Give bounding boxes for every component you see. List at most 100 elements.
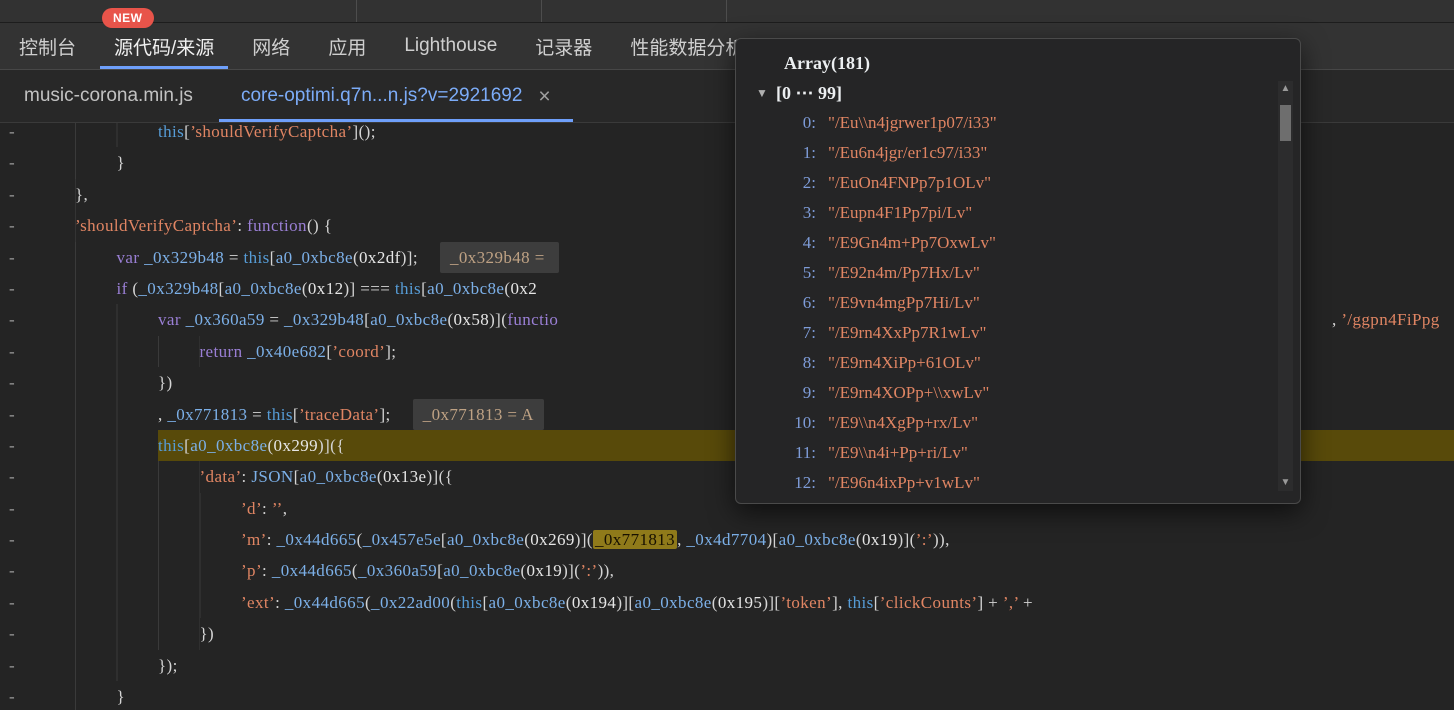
code-line[interactable]: -}: [0, 681, 1454, 710]
chevron-down-icon[interactable]: ▼: [756, 86, 776, 101]
breakpoint-gutter[interactable]: -: [0, 273, 75, 304]
code-token: 0x194: [572, 593, 617, 612]
array-item-index: 6:: [780, 293, 816, 313]
code-token: _0x44d665: [272, 561, 352, 580]
code-token: ’shouldVerifyCaptcha’: [75, 216, 237, 235]
breakpoint-gutter[interactable]: -: [0, 210, 75, 241]
code-token: a0_0xbc8e: [447, 530, 524, 549]
array-item-row[interactable]: 10:"/E9\\n4XgPp+rx/Lv": [736, 408, 1300, 438]
code-token: :: [262, 561, 272, 580]
panel-tab-3[interactable]: 应用: [309, 23, 385, 69]
panel-tab-0[interactable]: 控制台: [0, 23, 95, 69]
code-token: =: [224, 248, 243, 267]
indent-guides: [75, 123, 158, 147]
code-token: ’shouldVerifyCaptcha’: [190, 123, 352, 141]
array-item-value: "/E9vn4mgPp7Hi/Lv": [828, 293, 980, 313]
code-token: () {: [307, 216, 332, 235]
code-token: _0x360a59: [358, 561, 437, 580]
code-token: a0_0xbc8e: [635, 593, 712, 612]
code-line[interactable]: -’p’: _0x44d665(_0x360a59[a0_0xbc8e(0x19…: [0, 555, 1454, 586]
array-item-row[interactable]: 2:"/EuOn4FNPp7p1OLv": [736, 168, 1300, 198]
array-item-index: 3:: [780, 203, 816, 223]
close-icon[interactable]: ×: [538, 86, 550, 107]
array-item-row[interactable]: 1:"/Eu6n4jgr/er1c97/i33": [736, 138, 1300, 168]
code-line[interactable]: -}): [0, 618, 1454, 649]
file-tab-label: music-corona.min.js: [24, 85, 193, 107]
breakpoint-gutter[interactable]: -: [0, 179, 75, 210]
indent-guides: [75, 524, 241, 555]
breakpoint-gutter[interactable]: -: [0, 367, 75, 398]
breakpoint-gutter[interactable]: -: [0, 524, 75, 555]
breakpoint-gutter[interactable]: -: [0, 555, 75, 586]
breakpoint-gutter[interactable]: -: [0, 304, 75, 335]
code-token: ’traceData’: [299, 405, 380, 424]
breakpoint-gutter[interactable]: -: [0, 399, 75, 430]
array-item-row[interactable]: 3:"/Eupn4F1Pp7pi/Lv": [736, 198, 1300, 228]
breakpoint-gutter[interactable]: -: [0, 650, 75, 681]
code-token: 0x12: [308, 279, 344, 298]
breakpoint-gutter[interactable]: -: [0, 587, 75, 618]
array-item-row[interactable]: 12:"/E96n4ixPp+v1wLv": [736, 468, 1300, 498]
code-line[interactable]: -’ext’: _0x44d665(_0x22ad00(this[a0_0xbc…: [0, 587, 1454, 618]
code-token: _0x771813: [167, 405, 247, 424]
top-strip: [0, 0, 1454, 23]
array-item-value: "/EuOn4FNPp7p1OLv": [828, 173, 991, 193]
code-line[interactable]: -’m’: _0x44d665(_0x457e5e[a0_0xbc8e(0x26…: [0, 524, 1454, 555]
scrollbar-track[interactable]: [1278, 97, 1293, 475]
popup-range-group[interactable]: ▼ [0 ⋯ 99]: [756, 78, 1300, 108]
code-tokens: });: [158, 650, 1454, 681]
code-token: _0x40e682: [247, 342, 326, 361]
breakpoint-gutter[interactable]: -: [0, 336, 75, 367]
breakpoint-gutter[interactable]: -: [0, 461, 75, 492]
panel-tab-1[interactable]: 源代码/来源: [95, 23, 233, 69]
panel-tab-2[interactable]: 网络: [233, 23, 309, 69]
indent-guides: [75, 461, 200, 492]
code-token: ],: [832, 593, 847, 612]
breakpoint-gutter[interactable]: -: [0, 493, 75, 524]
array-item-row[interactable]: 8:"/E9rn4XiPp+61OLv": [736, 348, 1300, 378]
breakpoint-gutter[interactable]: -: [0, 147, 75, 178]
popup-range-label: [0 ⋯ 99]: [776, 83, 842, 104]
breakpoint-gutter[interactable]: -: [0, 618, 75, 649]
array-item-value: "/Eu6n4jgr/er1c97/i33": [828, 143, 987, 163]
breakpoint-gutter[interactable]: -: [0, 242, 75, 273]
array-item-row[interactable]: 5:"/E92n4m/Pp7Hx/Lv": [736, 258, 1300, 288]
file-tab-1[interactable]: core-optimi.q7n...n.js?v=2921692×: [217, 70, 575, 122]
hovered-token[interactable]: _0x771813: [593, 530, 677, 549]
code-token: ’coord’: [332, 342, 385, 361]
code-token: =: [265, 310, 284, 329]
array-item-row[interactable]: 0:"/Eu\\n4jgrwer1p07/i33": [736, 108, 1300, 138]
file-tab-0[interactable]: music-corona.min.js: [0, 70, 217, 122]
code-token: 0x2: [510, 279, 537, 298]
scrollbar-thumb[interactable]: [1280, 105, 1291, 141]
indent-guides: [75, 650, 158, 681]
array-item-value: "/E9rn4XiPp+61OLv": [828, 353, 981, 373]
array-item-row[interactable]: 11:"/E9\\n4i+Pp+ri/Lv": [736, 438, 1300, 468]
array-item-row[interactable]: 7:"/E9rn4XxPp7R1wLv": [736, 318, 1300, 348]
code-token: function: [247, 216, 307, 235]
code-token: ’d’: [241, 499, 262, 518]
array-item-row[interactable]: 4:"/E9Gn4m+Pp7OxwLv": [736, 228, 1300, 258]
inline-eval-hint: _0x329b48 =: [440, 242, 559, 273]
code-token: :: [267, 530, 277, 549]
code-token: this: [158, 436, 184, 455]
panel-tab-5[interactable]: 记录器: [516, 23, 611, 69]
scroll-down-icon[interactable]: ▼: [1281, 475, 1291, 491]
code-tokens: }): [200, 618, 1454, 649]
breakpoint-gutter[interactable]: -: [0, 123, 75, 147]
array-item-row[interactable]: 6: "/E9vn4mgPp7Hi/Lv": [736, 288, 1300, 318]
panel-tab-4[interactable]: Lighthouse: [385, 23, 516, 69]
popup-scrollbar[interactable]: ▲ ▼: [1278, 81, 1293, 491]
code-token: _0x329b48: [144, 248, 224, 267]
breakpoint-gutter[interactable]: -: [0, 681, 75, 710]
code-line[interactable]: -});: [0, 650, 1454, 681]
code-token: });: [158, 656, 178, 675]
code-token: this: [243, 248, 269, 267]
code-token: )[: [767, 530, 779, 549]
code-token: 0x19: [862, 530, 898, 549]
code-token: }: [117, 153, 126, 172]
array-item-value: "/E96n4ixPp+v1wLv": [828, 473, 980, 493]
breakpoint-gutter[interactable]: -: [0, 430, 75, 461]
array-item-row[interactable]: 9:"/E9rn4XOPp+\\xwLv": [736, 378, 1300, 408]
scroll-up-icon[interactable]: ▲: [1281, 81, 1291, 97]
